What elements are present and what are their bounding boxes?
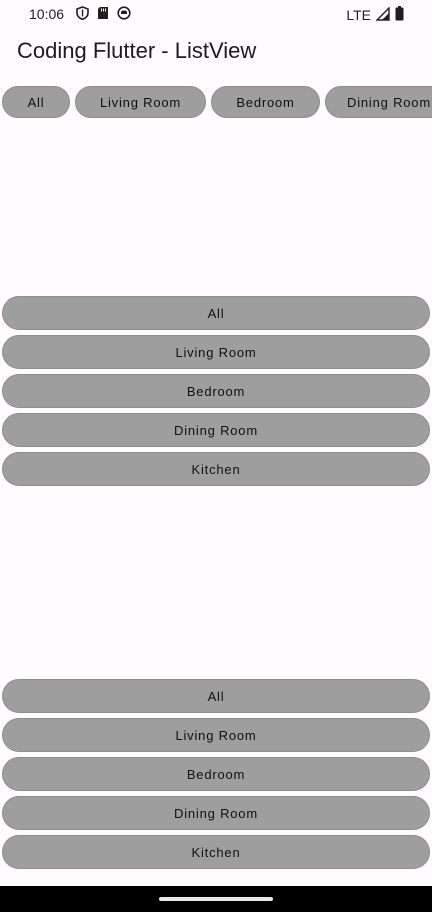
- battery-icon: [395, 6, 404, 24]
- list-button-bedroom[interactable]: Bedroom: [2, 374, 430, 408]
- network-type: LTE: [346, 7, 371, 23]
- horizontal-list[interactable]: All Living Room Bedroom Dining Room: [2, 86, 432, 120]
- list-button-living-room[interactable]: Living Room: [2, 718, 430, 752]
- list-button-bedroom[interactable]: Bedroom: [2, 757, 430, 791]
- status-icons-right: LTE: [346, 5, 404, 24]
- navigation-bar: [0, 886, 432, 912]
- list-button-dining-room[interactable]: Dining Room: [2, 796, 430, 830]
- status-time: 10:06: [29, 6, 65, 22]
- chip-all[interactable]: All: [2, 86, 70, 118]
- home-gesture-handle[interactable]: [159, 897, 273, 901]
- list-button-kitchen[interactable]: Kitchen: [2, 452, 430, 486]
- signal-icon: [375, 5, 390, 24]
- status-bar: 10:06 LTE: [0, 0, 432, 28]
- sd-card-icon: [97, 6, 109, 23]
- status-icons-left: [76, 6, 131, 23]
- app-notification-icon: [117, 6, 131, 23]
- list-button-all[interactable]: All: [2, 296, 430, 330]
- vertical-list-1: All Living Room Bedroom Dining Room Kitc…: [2, 296, 430, 491]
- vertical-list-2: All Living Room Bedroom Dining Room Kitc…: [2, 679, 430, 874]
- page-title: Coding Flutter - ListView: [17, 38, 257, 63]
- chip-dining-room[interactable]: Dining Room: [325, 86, 432, 118]
- shield-icon: [76, 6, 89, 23]
- list-button-living-room[interactable]: Living Room: [2, 335, 430, 369]
- list-button-kitchen[interactable]: Kitchen: [2, 835, 430, 869]
- chip-living-room[interactable]: Living Room: [75, 86, 206, 118]
- list-button-dining-room[interactable]: Dining Room: [2, 413, 430, 447]
- chip-bedroom[interactable]: Bedroom: [211, 86, 320, 118]
- list-button-all[interactable]: All: [2, 679, 430, 713]
